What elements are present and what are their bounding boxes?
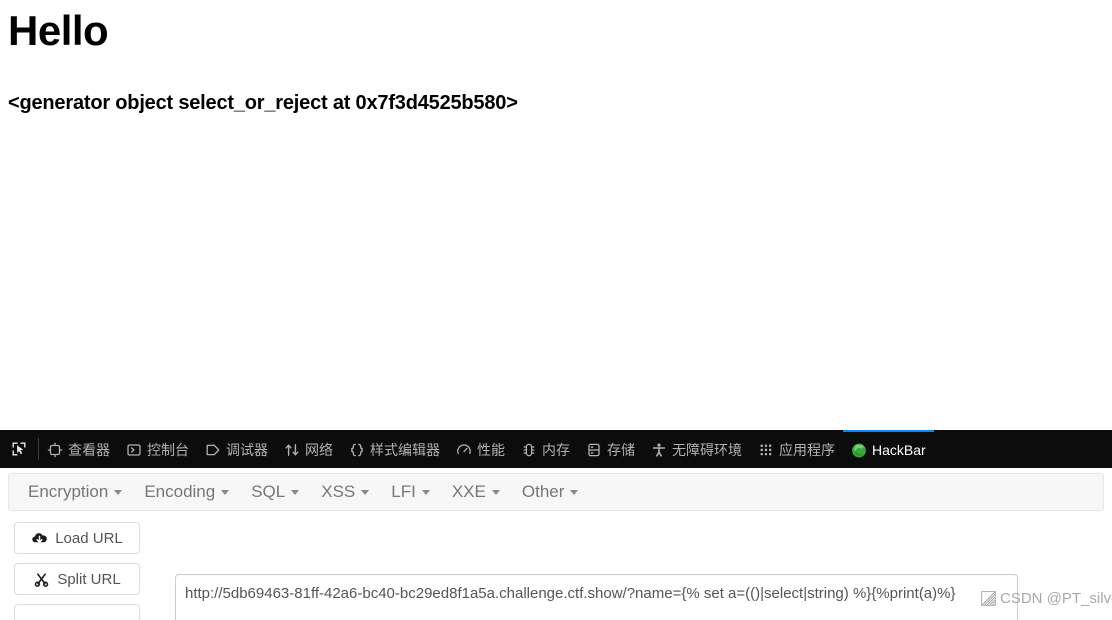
menu-item-label: Encoding (144, 482, 216, 501)
chevron-down-icon (491, 489, 500, 495)
menu-item-label: SQL (251, 482, 286, 501)
button-label: Load URL (55, 529, 123, 547)
menu-item-other[interactable]: Other (511, 478, 590, 506)
page-title: Hello (8, 7, 109, 54)
devtools-tab-list: 查看器 控制台 调试器 网络 样式编辑器 性能 内存 存储 无障碍环境 应用程序… (39, 430, 1112, 468)
network-icon (284, 442, 300, 458)
element-picker-icon (11, 441, 27, 457)
accessibility-icon (651, 442, 667, 458)
menu-item-label: LFI (391, 482, 416, 501)
tab-label: 控制台 (147, 442, 189, 458)
application-icon (758, 442, 774, 458)
tab-label: HackBar (872, 442, 926, 458)
storage-icon (586, 442, 602, 458)
devtools-tab-debugger[interactable]: 调试器 (197, 430, 276, 468)
tab-label: 性能 (477, 442, 505, 458)
memory-icon (521, 442, 537, 458)
element-picker-button[interactable] (0, 430, 38, 468)
split-url-button[interactable]: Split URL (14, 563, 140, 595)
menu-item-label: Other (521, 482, 565, 501)
menu-item-encoding[interactable]: Encoding (133, 478, 240, 506)
devtools-tab-storage[interactable]: 存储 (578, 430, 643, 468)
menu-item-label: XSS (321, 482, 356, 501)
menu-item-xxe[interactable]: XXE (441, 478, 511, 506)
devtools-tab-style-editor[interactable]: 样式编辑器 (341, 430, 448, 468)
menu-item-encryption[interactable]: Encryption (17, 478, 133, 506)
url-input[interactable] (175, 574, 1018, 620)
performance-icon (456, 442, 472, 458)
menu-item-label: XXE (451, 482, 486, 501)
chevron-down-icon (361, 489, 370, 495)
menu-item-label: Encryption (28, 482, 109, 501)
chevron-down-icon (221, 489, 230, 495)
hackbar-action-buttons: Load URL Split URL (14, 522, 140, 620)
menu-item-sql[interactable]: SQL (240, 478, 310, 506)
chevron-down-icon (421, 489, 430, 495)
chevron-down-icon (570, 489, 579, 495)
inspector-icon (47, 442, 63, 458)
style-editor-icon (349, 442, 365, 458)
devtools-tab-hackbar[interactable]: HackBar (843, 430, 934, 468)
menu-item-lfi[interactable]: LFI (380, 478, 441, 506)
devtools-tab-performance[interactable]: 性能 (448, 430, 513, 468)
chevron-down-icon (114, 489, 123, 495)
browser-page-content: Hello <generator object select_or_reject… (0, 0, 1112, 430)
tab-label: 调试器 (226, 442, 268, 458)
button-label: Split URL (57, 570, 121, 588)
hackbar-url-field-wrapper (175, 574, 1018, 620)
hackbar-menu-bar: Encryption Encoding SQL XSS LFI XXE Othe… (8, 473, 1104, 511)
scissors-icon (33, 571, 50, 588)
devtools-tab-application[interactable]: 应用程序 (750, 430, 843, 468)
tab-label: 网络 (305, 442, 333, 458)
devtools-tab-inspector[interactable]: 查看器 (39, 430, 118, 468)
tab-label: 内存 (542, 442, 570, 458)
hackbar-panel: Encryption Encoding SQL XSS LFI XXE Othe… (0, 468, 1112, 620)
devtools-tab-network[interactable]: 网络 (276, 430, 341, 468)
menu-item-xss[interactable]: XSS (310, 478, 380, 506)
devtools-tab-console[interactable]: 控制台 (118, 430, 197, 468)
tab-label: 应用程序 (779, 442, 835, 458)
hackbar-extra-button[interactable] (14, 604, 140, 620)
tab-label: 无障碍环境 (672, 442, 742, 458)
devtools-tab-memory[interactable]: 内存 (513, 430, 578, 468)
console-icon (126, 442, 142, 458)
load-url-button[interactable]: Load URL (14, 522, 140, 554)
devtools-tab-accessibility[interactable]: 无障碍环境 (643, 430, 750, 468)
hackbar-body: Load URL Split URL (0, 516, 1112, 620)
chevron-down-icon (291, 489, 300, 495)
page-output-text: <generator object select_or_reject at 0x… (8, 92, 518, 114)
tab-label: 样式编辑器 (370, 442, 440, 458)
debugger-icon (205, 442, 221, 458)
cloud-download-icon (31, 530, 48, 547)
tab-label: 存储 (607, 442, 635, 458)
devtools-toolbar: 查看器 控制台 调试器 网络 样式编辑器 性能 内存 存储 无障碍环境 应用程序… (0, 430, 1112, 468)
tab-label: 查看器 (68, 442, 110, 458)
hackbar-icon (851, 442, 867, 458)
